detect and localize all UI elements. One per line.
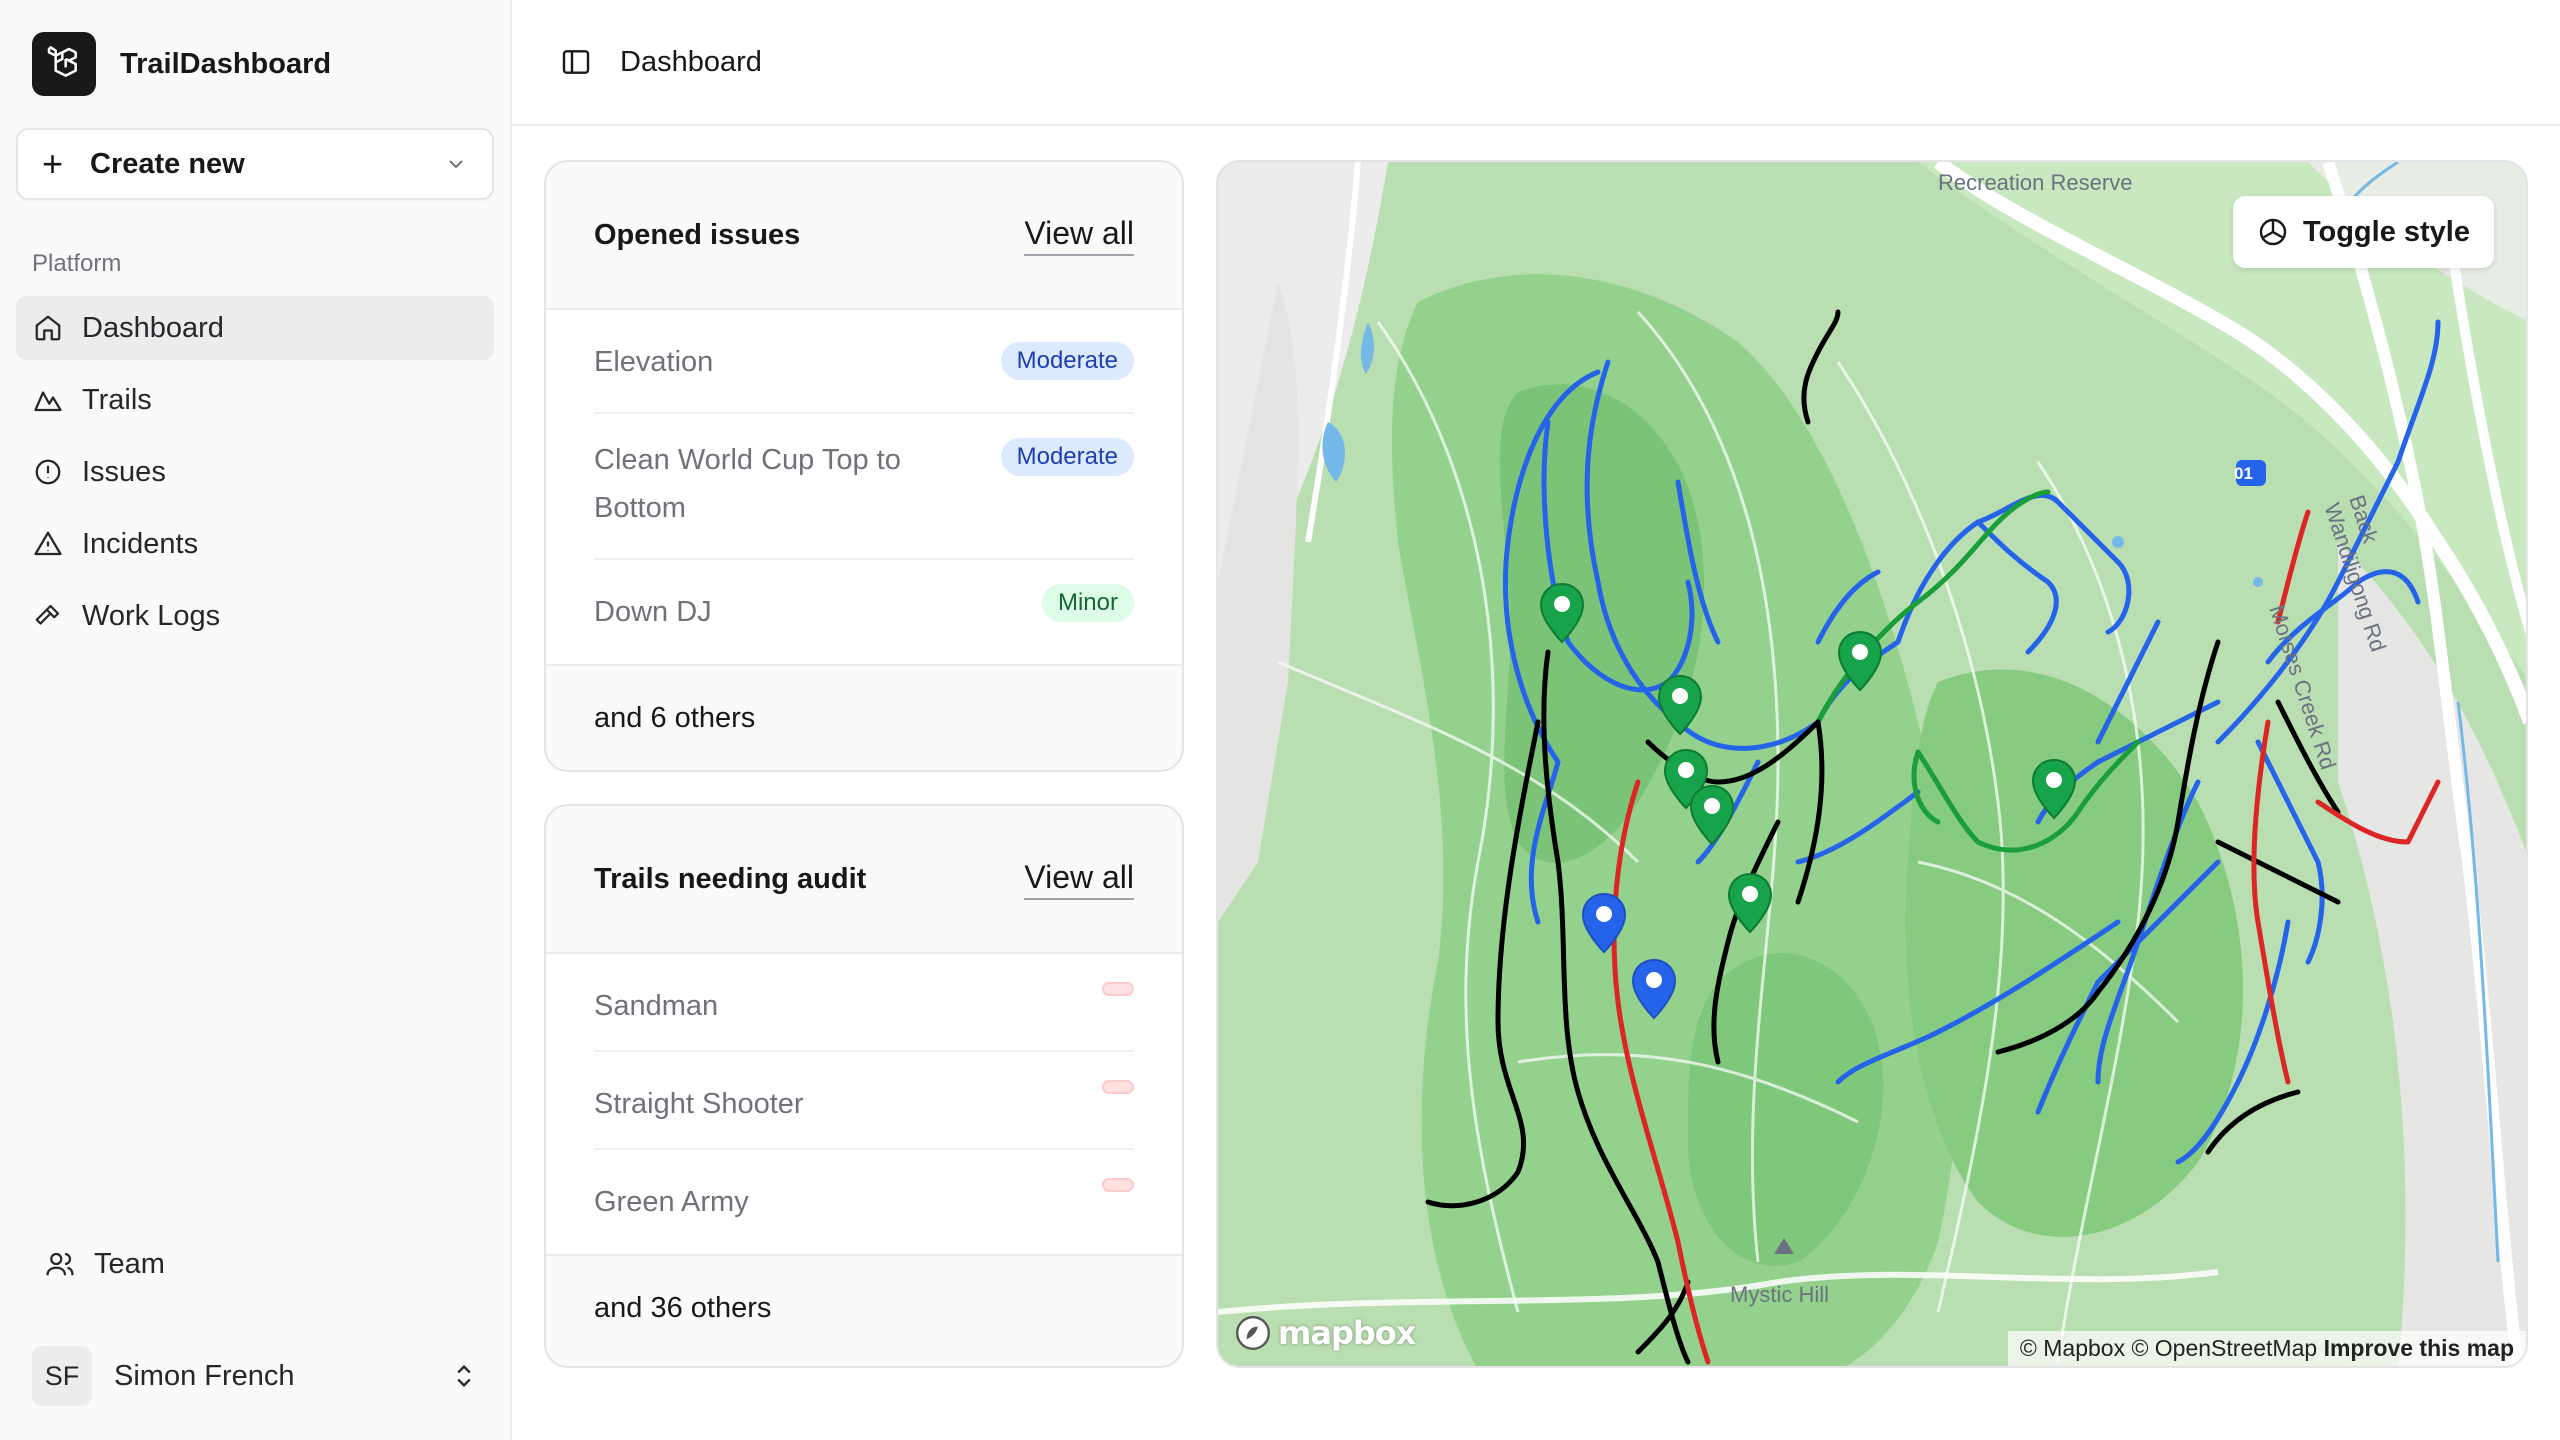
section-label-platform: Platform	[32, 250, 122, 277]
issue-name: Down DJ	[594, 596, 712, 628]
card-header: Trails needing audit View all	[546, 806, 1182, 952]
create-new-label: Create new	[90, 147, 245, 180]
team-label: Team	[94, 1247, 165, 1280]
mapbox-logo-icon	[1235, 1315, 1271, 1351]
sidebar-item-incidents[interactable]: Incidents	[16, 512, 494, 576]
map-label-hill: Mystic Hill	[1730, 1282, 1829, 1307]
map-pin-green[interactable]	[1656, 674, 1704, 743]
app-name: TrailDashboard	[120, 47, 332, 80]
avatar: SF	[32, 1346, 92, 1406]
map-pin-green[interactable]	[2030, 758, 2078, 827]
card-footer: and 36 others	[594, 1291, 772, 1324]
warning-triangle-icon	[32, 528, 64, 560]
create-new-button[interactable]: + Create new	[16, 128, 494, 200]
audit-list: Sandman Straight Shooter Green Army	[546, 952, 1182, 1256]
app-logo-icon	[32, 32, 96, 96]
severity-badge: Moderate	[1000, 342, 1134, 380]
card-header: Opened issues View all	[546, 162, 1182, 308]
panel-left-icon	[562, 50, 590, 74]
status-badge	[1102, 1080, 1134, 1094]
sidebar-item-team[interactable]: Team	[32, 1232, 177, 1296]
issue-name: Elevation	[594, 346, 714, 378]
trail-name: Straight Shooter	[594, 1088, 804, 1120]
issue-name: Clean World Cup Top to Bottom	[594, 444, 901, 524]
sidebar-item-dashboard[interactable]: Dashboard	[16, 296, 494, 360]
alert-circle-icon	[32, 456, 64, 488]
sidebar-item-label: Trails	[82, 383, 152, 416]
map-pin-green[interactable]	[1726, 872, 1774, 941]
user-menu[interactable]: SF Simon French	[16, 1340, 494, 1412]
view-all-link[interactable]: View all	[1024, 215, 1134, 256]
sidebar-toggle-button[interactable]	[546, 32, 606, 92]
sidebar-item-work-logs[interactable]: Work Logs	[16, 584, 494, 648]
mapbox-logo-text: mapbox	[1278, 1314, 1416, 1352]
issues-list: Elevation Moderate Clean World Cup Top t…	[546, 308, 1182, 666]
severity-badge: Minor	[1041, 584, 1134, 622]
trail-map[interactable]: 01 Recreation Reserve Back Wandiligong R…	[1216, 160, 2528, 1368]
user-name: Simon French	[114, 1359, 295, 1392]
card-title: Opened issues	[594, 218, 801, 251]
chevrons-up-down-icon	[457, 1365, 471, 1387]
map-pin-green[interactable]	[1836, 630, 1884, 699]
view-all-link[interactable]: View all	[1024, 859, 1134, 900]
hammer-icon	[32, 600, 64, 632]
status-badge	[1102, 1178, 1134, 1192]
map-pin-green[interactable]	[1538, 582, 1586, 651]
mountain-icon	[32, 384, 64, 416]
card-footer: and 6 others	[594, 701, 756, 734]
home-icon	[32, 312, 64, 344]
sidebar: TrailDashboard + Create new Platform Das…	[0, 0, 512, 1440]
opened-issues-card: Opened issues View all Elevation Moderat…	[544, 160, 1184, 772]
page-title: Dashboard	[620, 45, 762, 78]
trails-audit-card: Trails needing audit View all Sandman St…	[544, 804, 1184, 1368]
palette-icon	[2259, 218, 2287, 246]
attribution-text[interactable]: © Mapbox © OpenStreetMap	[2020, 1335, 2317, 1361]
list-item[interactable]: Clean World Cup Top to Bottom Moderate	[594, 414, 1134, 560]
list-item[interactable]: Elevation Moderate	[594, 310, 1134, 414]
brand[interactable]: TrailDashboard	[32, 32, 331, 96]
status-badge	[1102, 982, 1134, 996]
severity-badge: Moderate	[1000, 438, 1134, 476]
list-item[interactable]: Green Army	[594, 1150, 1134, 1254]
users-icon	[44, 1248, 76, 1280]
chevron-down-icon	[449, 160, 463, 169]
map-label-reserve: Recreation Reserve	[1938, 170, 2133, 195]
map-pin-blue[interactable]	[1580, 892, 1628, 961]
toggle-style-label: Toggle style	[2302, 215, 2470, 248]
sidebar-item-label: Dashboard	[82, 311, 224, 344]
improve-map-link[interactable]: Improve this map	[2324, 1335, 2514, 1361]
sidebar-item-label: Issues	[82, 455, 166, 488]
topbar: Dashboard	[512, 0, 2560, 126]
sidebar-item-label: Incidents	[82, 527, 199, 560]
list-item[interactable]: Down DJ Minor	[594, 560, 1134, 664]
sidebar-item-label: Work Logs	[82, 599, 221, 632]
route-shield-label: 01	[2234, 464, 2253, 483]
trail-name: Green Army	[594, 1186, 749, 1218]
sidebar-nav: Dashboard Trails Issues Incidents Work L…	[16, 296, 494, 656]
card-title: Trails needing audit	[594, 862, 867, 895]
trail-name: Sandman	[594, 990, 719, 1022]
map-pin-blue[interactable]	[1630, 958, 1678, 1027]
list-item[interactable]: Sandman	[594, 954, 1134, 1052]
sidebar-item-trails[interactable]: Trails	[16, 368, 494, 432]
sidebar-item-issues[interactable]: Issues	[16, 440, 494, 504]
map-pin-green[interactable]	[1688, 784, 1736, 853]
toggle-style-button[interactable]: Toggle style	[2232, 196, 2494, 268]
plus-icon: +	[42, 143, 64, 184]
list-item[interactable]: Straight Shooter	[594, 1052, 1134, 1150]
mapbox-logo[interactable]: mapbox	[1234, 1314, 1416, 1352]
map-attribution: © Mapbox © OpenStreetMap Improve this ma…	[2007, 1331, 2526, 1366]
